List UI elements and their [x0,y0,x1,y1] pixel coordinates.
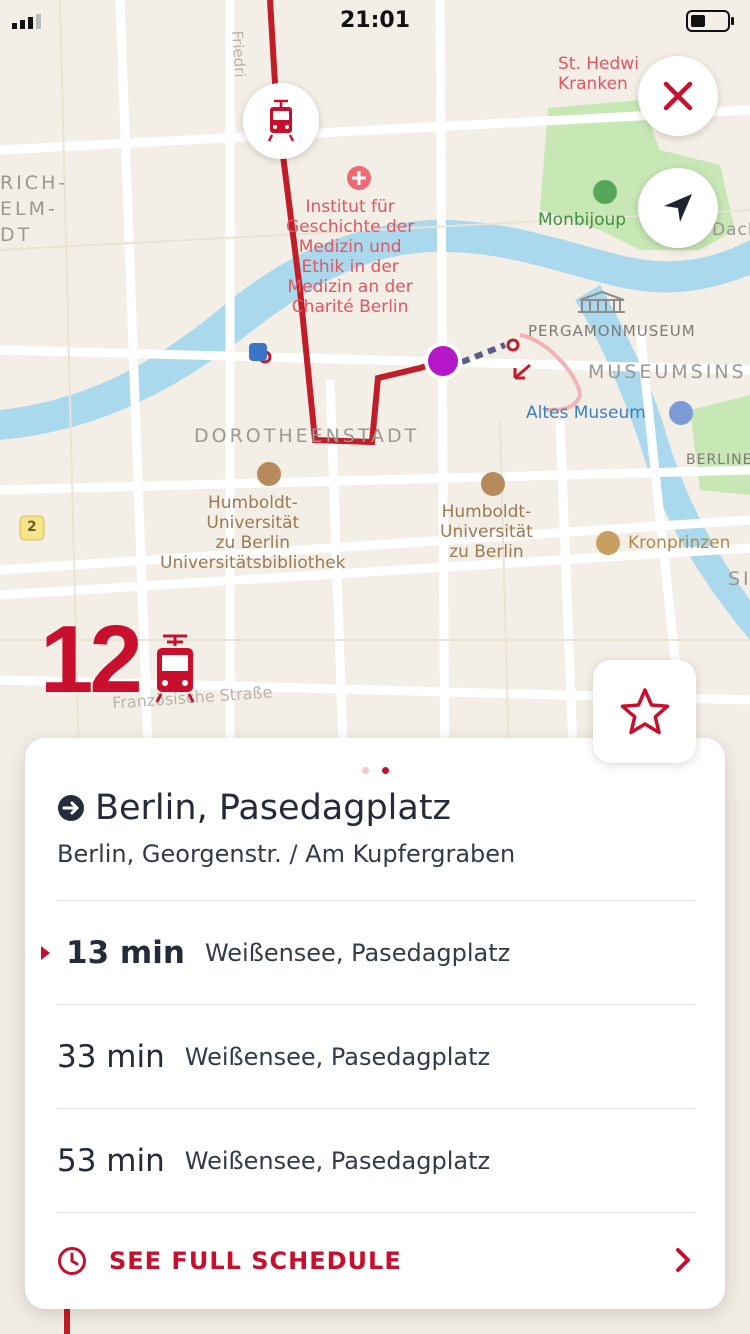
star-icon [620,687,669,734]
district-label-dach: Dach [712,220,750,240]
status-bar: 21:01 [0,0,750,40]
chevron-right-icon [676,1248,690,1272]
district-label-museumsinsel: MUSEUMSINS [588,361,747,383]
departure-time: 53 min [57,1142,165,1179]
line-number: 12 [40,606,143,713]
location-arrow-icon [664,194,692,222]
close-button[interactable] [638,56,718,136]
departure-destination: Weißensee, Pasedagplatz [204,938,511,967]
destination-header: Berlin, Pasedagplatz [57,788,451,828]
poi-label-berliner: BERLINE [686,452,750,468]
poi-label-altes-museum: Altes Museum [526,403,646,423]
see-full-schedule-button[interactable]: SEE FULL SCHEDULE [57,1212,695,1308]
departure-time: 33 min [57,1038,165,1075]
road-number-badge: 2 [27,519,37,535]
favorite-button[interactable] [593,660,696,763]
district-label-dorotheenstadt: DOROTHEENSTADT [194,425,420,447]
district-label-friedrich: RICH- ELM- DT [0,172,69,246]
district-label-si: SI [728,568,750,590]
poi-label-hedwig: St. Hedwi Kranken [558,54,639,94]
tram-icon [155,634,195,703]
page-indicator[interactable] [25,767,725,774]
poi-label-institut: Institut für Geschichte der Medizin und … [286,197,415,317]
departure-row[interactable]: 53 min Weißensee, Pasedagplatz [57,1108,695,1212]
page-dot-active [381,767,389,774]
poi-label-humboldt-library: Humboldt- Universität zu Berlin Universi… [160,493,346,573]
tram-stop-marker[interactable] [243,83,319,159]
departure-row[interactable]: 13 min Weißensee, Pasedagplatz [41,900,695,1004]
departure-destination: Weißensee, Pasedagplatz [184,1042,491,1071]
battery-icon [686,10,734,32]
departure-row[interactable]: 33 min Weißensee, Pasedagplatz [57,1004,695,1108]
clock-icon [58,1246,86,1275]
poi-label-humboldt-university: Humboldt- Universität zu Berlin [440,502,533,562]
route-line-tail [64,1309,70,1334]
poi-label-pergamon: PERGAMONMUSEUM [528,322,696,340]
close-icon [663,81,693,111]
status-time: 21:01 [339,8,411,33]
stop-name: Berlin, Georgenstr. / Am Kupfergraben [57,840,516,868]
arrow-right-circle-icon [58,795,84,821]
departure-destination: Weißensee, Pasedagplatz [184,1146,491,1175]
locate-button[interactable] [638,168,718,248]
line-badge: 12 [40,612,197,708]
next-departure-marker [41,945,50,960]
destination-title: Berlin, Pasedagplatz [95,788,451,828]
page-dot [361,767,369,774]
poi-label-kronprinzen: Kronprinzen [628,533,731,553]
poi-label-monbijou: Monbijoup [538,210,627,230]
departures-card: Berlin, Pasedagplatz Berlin, Georgenstr.… [25,738,725,1309]
tram-icon [267,99,295,142]
departure-time: 13 min [66,934,185,971]
see-full-schedule-label: SEE FULL SCHEDULE [109,1246,402,1275]
